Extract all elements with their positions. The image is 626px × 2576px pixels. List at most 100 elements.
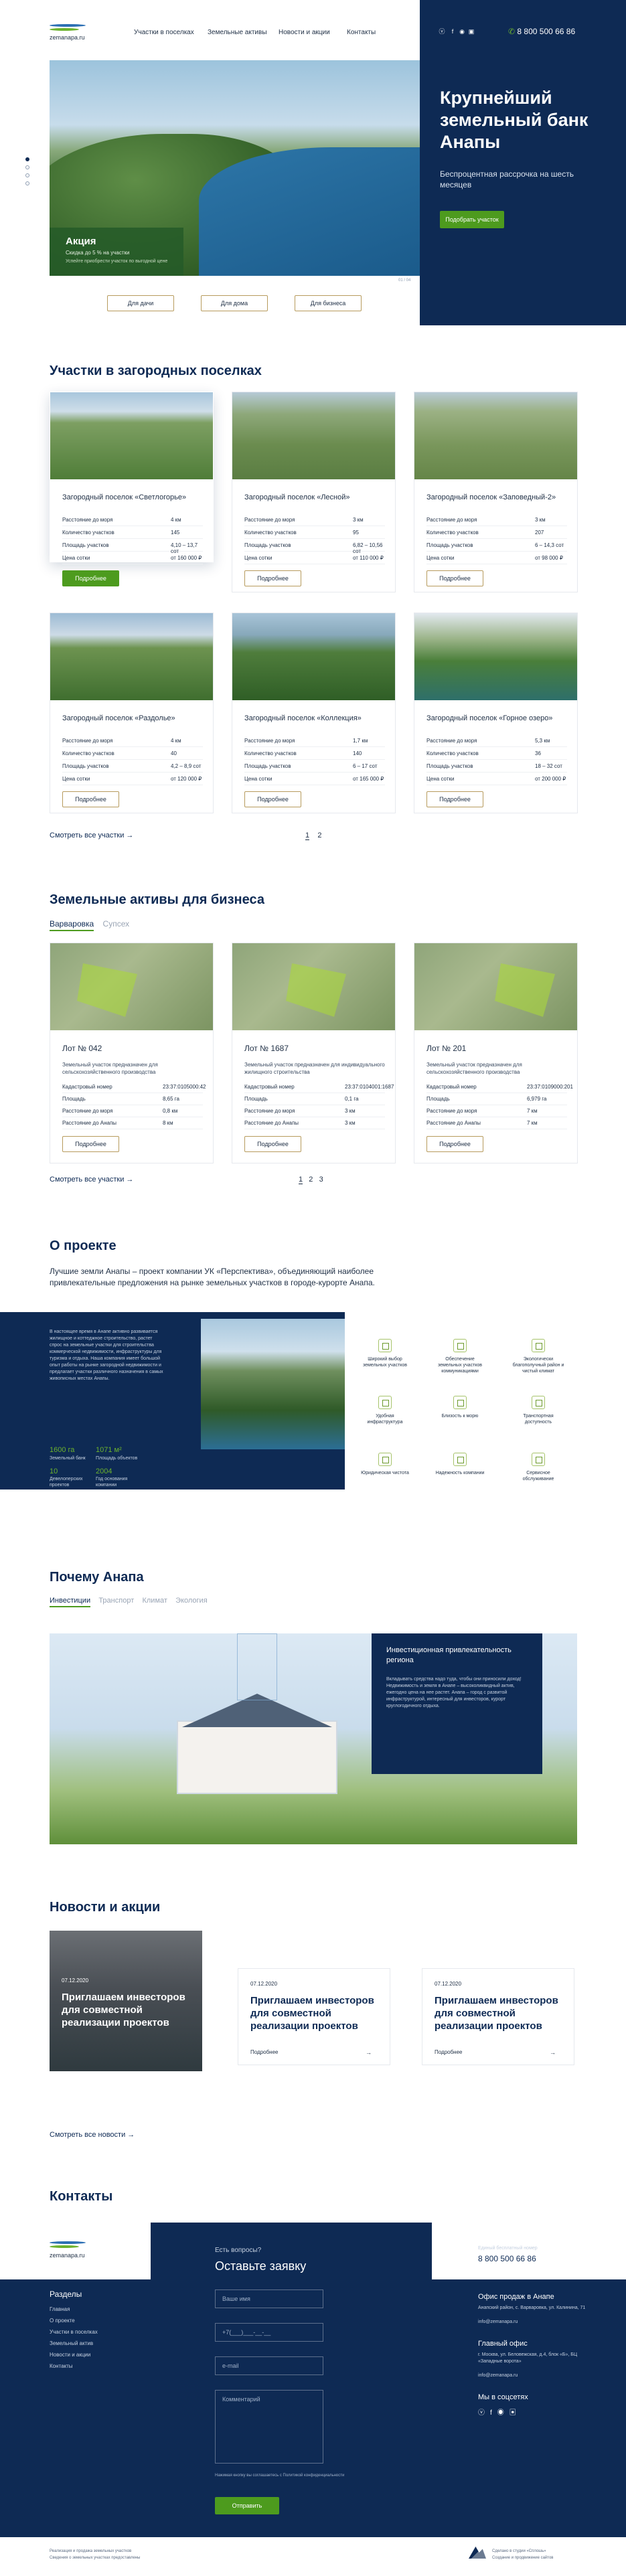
footer-menu-item[interactable]: О проекте bbox=[50, 2318, 75, 2324]
facebook-icon[interactable]: f bbox=[449, 28, 456, 35]
footer-menu-item[interactable]: Участки в поселках bbox=[50, 2329, 98, 2335]
row-label: Площадь участков bbox=[62, 542, 109, 548]
row-value: 7 км bbox=[527, 1108, 538, 1114]
plot-row: Количество участков 207 bbox=[426, 530, 567, 539]
promo-box[interactable]: Акция Скидка до 5 % на участки Успейте п… bbox=[50, 228, 183, 276]
nav-assets[interactable]: Земельные активы bbox=[208, 29, 267, 36]
lot-image bbox=[232, 943, 395, 1030]
row-label: Расстояние до Анапы bbox=[426, 1120, 481, 1126]
slider-dot[interactable] bbox=[25, 165, 29, 169]
slider-dot[interactable] bbox=[25, 157, 29, 161]
plot-image bbox=[414, 392, 577, 479]
details-button[interactable]: Подробнее bbox=[62, 1136, 119, 1152]
tab-varvarovka[interactable]: Варваровка bbox=[50, 919, 94, 931]
feature-item: Широкий выбор земельных участков bbox=[358, 1339, 412, 1368]
tab-supseh[interactable]: Супсех bbox=[103, 919, 130, 929]
slider-dot[interactable] bbox=[25, 173, 29, 177]
details-button[interactable]: Подробнее bbox=[426, 570, 483, 586]
studio-credit[interactable]: Сделано в студии «Сплошь» bbox=[492, 2549, 546, 2553]
plot-row: Площадь участков 6,82 – 10,56 сот bbox=[244, 542, 385, 554]
name-field[interactable]: Ваше имя bbox=[215, 2289, 323, 2308]
instagram-icon[interactable]: ▣ bbox=[510, 2409, 522, 2417]
row-label: Расстояние до Анапы bbox=[62, 1120, 117, 1126]
plot-card[interactable]: Загородный поселок «Горное озеро» Расстоя… bbox=[414, 613, 578, 813]
logo[interactable]: zemanapa.ru bbox=[50, 21, 90, 42]
plot-card[interactable]: Загородный поселок «Раздолье» Расстояние … bbox=[50, 613, 214, 813]
nav-plots[interactable]: Участки в поселках bbox=[134, 29, 194, 36]
instagram-icon[interactable]: ▣ bbox=[468, 28, 475, 35]
page-2[interactable]: 2 bbox=[309, 1176, 313, 1184]
details-button[interactable]: Подробнее bbox=[244, 791, 301, 807]
comment-field[interactable]: Комментарий bbox=[215, 2390, 323, 2464]
vk-icon[interactable]: ⓥ bbox=[439, 28, 445, 35]
news-card[interactable]: 07.12.2020 Приглашаем инвесторов для сов… bbox=[422, 1968, 574, 2065]
tab-ecology[interactable]: Экология bbox=[175, 1597, 208, 1605]
details-button[interactable]: Подробнее bbox=[426, 791, 483, 807]
nav-contacts[interactable]: Контакты bbox=[347, 29, 376, 36]
filter-dacha-button[interactable]: Для дачи bbox=[107, 295, 174, 311]
main-office-email[interactable]: info@zemanapa.ru bbox=[478, 2373, 518, 2378]
stat-label: Год основания компании bbox=[96, 1477, 128, 1487]
page-2[interactable]: 2 bbox=[317, 831, 321, 839]
business-title: Земельные активы для бизнеса bbox=[50, 892, 264, 907]
lot-card[interactable]: Лот № 1687 Земельный участок предназначен… bbox=[232, 943, 396, 1163]
all-news-link[interactable]: Смотреть все новости → bbox=[50, 2131, 135, 2139]
why-box-text: Вкладывать средства надо туда, чтобы они… bbox=[386, 1677, 522, 1708]
details-button[interactable]: Подробнее bbox=[244, 570, 301, 586]
footer-menu-item[interactable]: Земельный актив bbox=[50, 2340, 93, 2346]
page-3[interactable]: 3 bbox=[319, 1176, 323, 1184]
facebook-icon[interactable]: f bbox=[490, 2409, 497, 2417]
header-phone[interactable]: ✆ 8 800 500 66 86 bbox=[508, 27, 575, 36]
tab-transport[interactable]: Транспорт bbox=[98, 1597, 134, 1605]
ok-icon[interactable]: ◉ bbox=[459, 28, 465, 35]
plot-card[interactable]: Загородный поселок «Коллекция» Расстояние… bbox=[232, 613, 396, 813]
plot-title: Загородный поселок «Коллекция» bbox=[244, 714, 362, 722]
submit-button[interactable]: Отправить bbox=[215, 2497, 279, 2514]
office-address: Анапский район, с. Варваровка, ул. Калин… bbox=[478, 2306, 586, 2310]
email-field[interactable]: e-mail bbox=[215, 2356, 323, 2375]
pick-plot-button[interactable]: Подобрать участок bbox=[440, 211, 504, 228]
slider-dot[interactable] bbox=[25, 181, 29, 185]
news-card-featured[interactable]: 07.12.2020 Приглашаем инвесторов для сов… bbox=[50, 1931, 202, 2071]
plot-card[interactable]: Загородный поселок «Заповедный-2» Расстоя… bbox=[414, 392, 578, 592]
news-more-link[interactable]: Подробнее bbox=[250, 2049, 279, 2055]
filter-business-button[interactable]: Для бизнеса bbox=[295, 295, 362, 311]
news-card[interactable]: 07.12.2020 Приглашаем инвесторов для сов… bbox=[238, 1968, 390, 2065]
tab-climate[interactable]: Климат bbox=[142, 1597, 167, 1605]
details-button[interactable]: Подробнее bbox=[62, 570, 119, 586]
plot-card[interactable]: Загородный поселок «Светлогорье» Расстоян… bbox=[50, 392, 214, 586]
tab-investments[interactable]: Инвестиции bbox=[50, 1597, 91, 1607]
news-more-link[interactable]: Подробнее bbox=[435, 2049, 463, 2055]
row-value: 0,1 га bbox=[345, 1096, 359, 1102]
vk-icon[interactable]: ⓥ bbox=[478, 2409, 490, 2417]
office-email[interactable]: info@zemanapa.ru bbox=[478, 2320, 518, 2324]
all-plots-link[interactable]: Смотреть все участки → bbox=[50, 831, 133, 839]
footer-logo-text[interactable]: zemanapa.ru bbox=[50, 2252, 85, 2259]
feature-item: Транспортная доступность bbox=[512, 1396, 565, 1425]
form-question: Есть вопросы? bbox=[215, 2247, 262, 2254]
nav-news[interactable]: Новости и акции bbox=[279, 29, 330, 36]
hotline-phone[interactable]: 8 800 500 66 86 bbox=[478, 2254, 536, 2263]
plot-row: Цена сотки от 165 000 ₽ bbox=[244, 776, 385, 785]
phone-field[interactable]: +7(___)___-__-__ bbox=[215, 2323, 323, 2342]
all-assets-link[interactable]: Смотреть все участки → bbox=[50, 1176, 133, 1184]
details-button[interactable]: Подробнее bbox=[244, 1136, 301, 1152]
lot-row: Площадь 0,1 га bbox=[244, 1096, 385, 1105]
page-1[interactable]: 1 bbox=[299, 1176, 303, 1184]
lot-card[interactable]: Лот № 201 Земельный участок предназначен … bbox=[414, 943, 578, 1163]
row-label: Площадь участков bbox=[426, 763, 473, 769]
filter-home-button[interactable]: Для дома bbox=[201, 295, 268, 311]
footer-menu-item[interactable]: Контакты bbox=[50, 2363, 73, 2369]
row-value: 6,979 га bbox=[527, 1096, 547, 1102]
footer-right-white bbox=[432, 2223, 626, 2279]
plot-card[interactable]: Загородный поселок «Лесной» Расстояние до… bbox=[232, 392, 396, 592]
footer-menu-item[interactable]: Главная bbox=[50, 2306, 70, 2312]
lot-card[interactable]: Лот № 042 Земельный участок предназначен … bbox=[50, 943, 214, 1163]
feature-item: Удобная инфраструктура bbox=[358, 1396, 412, 1425]
details-button[interactable]: Подробнее bbox=[426, 1136, 483, 1152]
ok-icon[interactable]: ◉ bbox=[497, 2409, 510, 2417]
details-button[interactable]: Подробнее bbox=[62, 791, 119, 807]
page-1[interactable]: 1 bbox=[305, 831, 310, 840]
footer-menu-item[interactable]: Новости и акции bbox=[50, 2352, 90, 2358]
row-label: Расстояние до моря bbox=[426, 1108, 477, 1114]
